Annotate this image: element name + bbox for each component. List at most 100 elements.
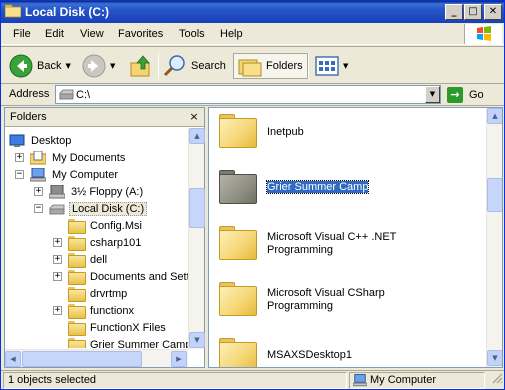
menu-tools[interactable]: Tools [179,28,205,40]
tree-item-functionx-files[interactable]: FunctionX Files [68,319,168,336]
title-bar[interactable]: Local Disk (C:) _ □ ✕ [1,1,504,23]
menu-view[interactable]: View [80,28,104,40]
folder-item-inetpub[interactable]: Inetpub [217,108,477,158]
folders-button[interactable]: Folders [233,53,308,79]
address-input[interactable]: C:\ ▼ [55,85,441,104]
tree-item-csharp101[interactable]: csharp101 [68,234,143,251]
scroll-down-button[interactable]: ▼ [487,350,502,366]
minimize-button[interactable]: _ [445,4,463,20]
folder-icon [68,338,86,348]
scroll-up-button[interactable]: ▲ [487,108,502,124]
expand-icon[interactable]: + [34,187,43,196]
folder-icon [68,287,86,302]
tree-item-desktop[interactable]: Desktop [9,132,73,149]
scroll-up-button[interactable]: ▲ [189,128,205,144]
folder-icon [219,282,257,316]
content-pane: Inetpub Grier Summer Camp Microsoft Visu… [208,107,503,368]
back-label: Back [37,60,62,72]
folder-item-msaxsdesktop1[interactable]: MSAXSDesktop1 [217,332,477,367]
tree-item-documents-and-settings[interactable]: Documents and Setti [68,268,188,285]
forward-button[interactable]: ▼ [82,53,115,79]
up-folder-icon [130,55,150,77]
tree-label: functionx [90,304,135,317]
search-label: Search [191,60,226,72]
tree-vertical-scrollbar[interactable]: ▲ ▼ [188,128,205,349]
expand-icon[interactable]: + [53,238,62,247]
folder-name: Microsoft Visual C++ .NET Programming [267,231,397,256]
window-title: Local Disk (C:) [25,5,110,19]
go-button[interactable]: → Go [447,85,499,104]
tree-item-local-disk[interactable]: Local Disk (C:) [49,200,148,217]
scroll-left-button[interactable]: ◀ [5,351,21,367]
folder-icon [68,321,86,336]
local-disk-icon [59,89,74,100]
expand-icon[interactable]: + [15,153,24,162]
tree-label: Grier Summer Camp [90,338,188,349]
folder-icon [68,270,86,285]
forward-arrow-icon [82,54,106,78]
tree-item-functionx[interactable]: functionx [68,302,136,319]
tree-item-grier-summer-camp[interactable]: Grier Summer Camp [68,336,188,348]
scroll-right-button[interactable]: ▶ [171,351,187,367]
menu-favorites[interactable]: Favorites [118,28,163,40]
tree-label: Desktop [31,134,72,147]
tree-horizontal-scrollbar[interactable]: ◀ ▶ [5,349,188,367]
tree-item-my-computer[interactable]: My Computer [29,166,120,183]
tree-label: 3½ Floppy (A:) [71,185,144,198]
my-documents-icon [29,150,47,165]
scroll-thumb[interactable] [189,188,205,228]
scroll-thumb[interactable] [22,351,142,367]
address-value: C:\ [76,89,91,101]
explorer-window: Local Disk (C:) _ □ ✕ File Edit View Fav… [0,0,505,390]
expand-icon[interactable]: + [53,255,62,264]
folder-item-visual-csharp[interactable]: Microsoft Visual CSharp Programming [217,276,477,326]
tree-item-floppy[interactable]: 3½ Floppy (A:) [48,183,145,200]
collapse-icon[interactable]: − [15,170,24,179]
back-arrow-icon [9,54,33,78]
scroll-thumb[interactable] [487,178,502,212]
folders-pane-header: Folders × [5,108,204,127]
views-icon [315,56,339,76]
chevron-down-icon[interactable]: ▼ [65,62,70,70]
folder-icon [219,170,257,204]
chevron-down-icon[interactable]: ▼ [110,62,115,70]
tree-label: Local Disk (C:) [69,201,148,216]
tree-label: My Documents [52,151,126,164]
menu-file[interactable]: File [13,28,31,40]
tree-item-config-msi[interactable]: Config.Msi [68,217,144,234]
folder-item-visual-cpp[interactable]: Microsoft Visual C++ .NET Programming [217,220,477,270]
tree-label: Config.Msi [90,219,142,232]
resize-grip-icon[interactable] [487,372,503,389]
tree-label: FunctionX Files [90,321,166,334]
tree-item-drvrtmp[interactable]: drvrtmp [68,285,129,302]
back-button[interactable]: Back ▼ [9,53,71,79]
local-disk-icon [49,202,65,216]
close-icon[interactable]: × [187,110,201,124]
search-button[interactable]: Search [163,53,226,79]
scroll-down-button[interactable]: ▼ [189,332,205,348]
expand-icon[interactable]: + [53,272,62,281]
folder-icon [219,338,257,367]
collapse-icon[interactable]: − [34,204,43,213]
folder-name: Microsoft Visual CSharp Programming [267,287,385,312]
folder-icon [219,114,257,148]
tree-label: drvrtmp [90,287,128,300]
content-vertical-scrollbar[interactable]: ▲ ▼ [486,108,502,367]
folder-icon [68,253,86,268]
expand-icon[interactable]: + [53,306,62,315]
up-folder-button[interactable] [129,53,153,79]
views-button[interactable]: ▼ [315,53,348,79]
tree-label: Documents and Setti [90,270,188,283]
menu-help[interactable]: Help [220,28,243,40]
folder-item-grier-summer-camp[interactable]: Grier Summer Camp [217,164,477,214]
tree-item-dell[interactable]: dell [68,251,109,268]
folder-icon [219,226,257,260]
maximize-button[interactable]: □ [464,4,482,20]
close-button[interactable]: ✕ [484,4,502,20]
address-dropdown-button[interactable]: ▼ [425,86,440,103]
chevron-down-icon[interactable]: ▼ [343,62,348,70]
folder-icon [5,4,21,18]
menu-edit[interactable]: Edit [45,28,64,40]
tree-item-my-documents[interactable]: My Documents [29,149,127,166]
toolbar: Back ▼ ▼ Search Folders ▼ [1,46,504,84]
